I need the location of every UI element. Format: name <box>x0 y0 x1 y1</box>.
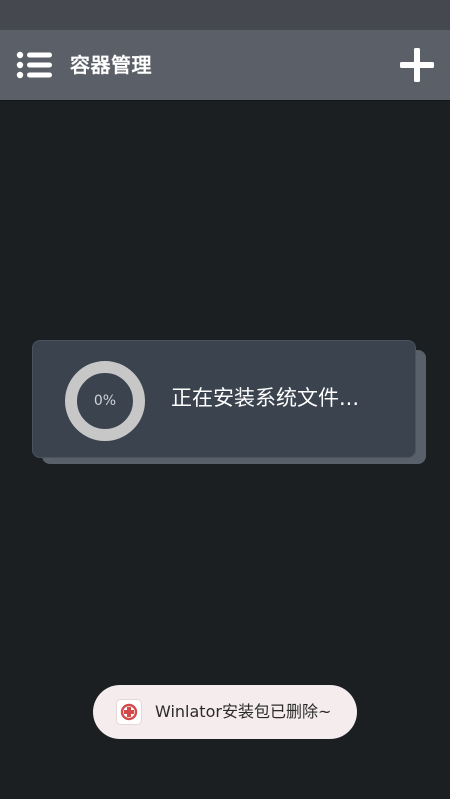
app-icon-graphic <box>120 703 138 721</box>
list-menu-icon-graphic <box>16 51 52 79</box>
app-bar: 容器管理 <box>0 30 450 100</box>
dialog-message: 正在安装系统文件... <box>171 386 360 410</box>
page-title: 容器管理 <box>70 53 152 77</box>
install-progress-dialog: 0% 正在安装系统文件... <box>32 340 416 458</box>
plus-icon <box>400 48 434 82</box>
status-bar <box>0 0 450 30</box>
progress-percent: 0% <box>93 393 117 409</box>
add-container-button[interactable] <box>398 46 436 84</box>
toast: Winlator安装包已删除~ <box>93 685 357 739</box>
list-menu-icon[interactable] <box>16 50 54 80</box>
app-icon <box>117 700 141 724</box>
toast-message: Winlator安装包已删除~ <box>155 702 332 721</box>
